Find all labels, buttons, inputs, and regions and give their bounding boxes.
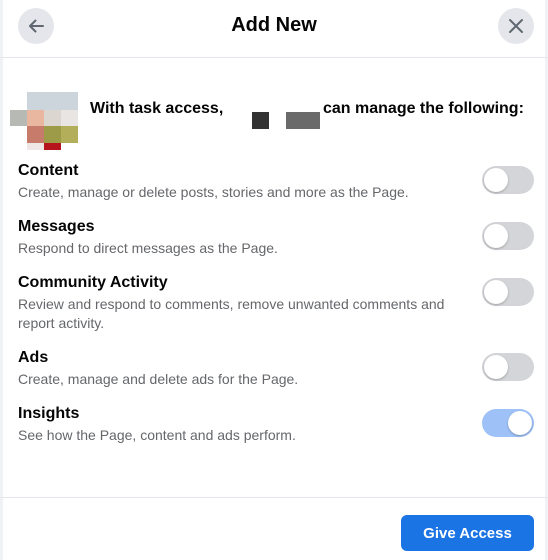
redacted-name-block <box>286 112 320 129</box>
permission-title: Messages <box>18 218 95 235</box>
footer-divider <box>0 497 548 498</box>
permission-description: Create, manage and delete ads for the Pa… <box>18 371 299 387</box>
toggle-knob <box>484 224 508 248</box>
give-access-button[interactable]: Give Access <box>401 515 534 551</box>
dialog-header: Add New <box>0 0 548 58</box>
toggle-knob <box>484 168 508 192</box>
permission-title: Insights <box>18 405 80 422</box>
add-new-dialog: Add New With task access, can manage the… <box>0 0 548 560</box>
redacted-name-block <box>252 112 269 129</box>
toggle-community-activity[interactable] <box>482 278 534 306</box>
permission-messages: Messages Respond to direct messages as t… <box>18 217 458 258</box>
toggle-content[interactable] <box>482 166 534 194</box>
permission-ads: Ads Create, manage and delete ads for th… <box>18 348 458 389</box>
permission-community-activity: Community Activity Review and respond to… <box>18 273 458 333</box>
dialog-left-edge <box>0 0 3 560</box>
permission-title: Content <box>18 162 79 179</box>
toggle-ads[interactable] <box>482 353 534 381</box>
permission-description: See how the Page, content and ads perfor… <box>18 427 296 443</box>
toggle-knob <box>484 355 508 379</box>
permission-insights: Insights See how the Page, content and a… <box>18 404 458 445</box>
toggle-insights[interactable] <box>482 409 534 437</box>
close-button[interactable] <box>498 8 534 44</box>
close-icon <box>509 19 523 33</box>
permission-title: Community Activity <box>18 274 168 291</box>
access-intro-suffix: can manage the following: <box>323 100 524 117</box>
permission-description: Review and respond to comments, remove u… <box>18 296 445 331</box>
toggle-knob <box>484 280 508 304</box>
permission-description: Create, manage or delete posts, stories … <box>18 184 409 200</box>
user-avatar <box>10 92 80 152</box>
permission-content: Content Create, manage or delete posts, … <box>18 161 458 202</box>
permission-description: Respond to direct messages as the Page. <box>18 240 278 256</box>
dialog-title: Add New <box>231 14 317 36</box>
toggle-messages[interactable] <box>482 222 534 250</box>
access-intro-prefix: With task access, <box>90 100 224 117</box>
permission-title: Ads <box>18 349 49 366</box>
toggle-knob <box>508 411 532 435</box>
